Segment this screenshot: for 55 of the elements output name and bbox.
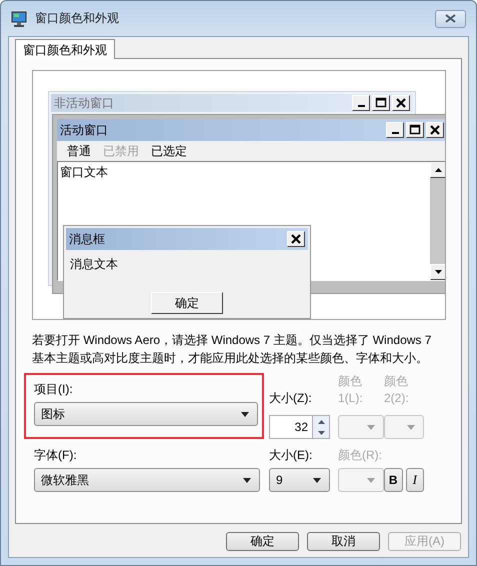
close-button[interactable] [435,10,466,28]
message-box-title: 消息框 [69,230,106,248]
color-dropdown[interactable] [338,468,384,492]
field-label: 颜色(R): [338,447,383,464]
maximize-button[interactable] [406,122,424,138]
ok-button[interactable]: 确定 [151,292,223,314]
dialog-button[interactable]: 取消 [307,532,380,551]
field-label: 大小(E): [269,447,314,464]
up-arrow-icon[interactable] [434,168,442,172]
bold-button[interactable]: B [384,468,402,492]
minimize-icon [358,105,364,107]
down-arrow-icon[interactable] [318,430,324,434]
window-title: 窗口颜色和外观 [35,10,120,27]
tab[interactable]: 窗口颜色和外观 [15,39,115,59]
item-dropdown[interactable]: 图标 [34,402,258,426]
menu-item[interactable]: 普通 [67,143,91,159]
italic-button[interactable]: I [406,468,424,492]
spinner-value: 32 [294,420,308,434]
field-label: 字体(F): [33,447,78,464]
window-title: 非活动窗口 [54,94,115,112]
caret-icon [243,478,251,482]
close-icon [445,14,456,23]
dropdown-value: 图标 [41,406,66,422]
field-label: 颜色 1(L): [338,373,364,407]
window-title: 活动窗口 [60,122,109,138]
scrollbar[interactable] [430,162,445,280]
color-dropdown[interactable] [338,415,384,439]
dropdown-value: 微软雅黑 [41,472,90,488]
close-icon [427,123,443,137]
close-icon [393,96,409,110]
caret-icon [407,424,415,430]
caret-icon [367,424,375,430]
message-text: 消息文本 [69,256,119,273]
dialog-button[interactable]: 确定 [226,532,299,551]
font-dropdown[interactable]: 微软雅黑 [34,468,260,492]
dropdown-value: 9 [276,473,284,487]
caret-icon [241,412,249,416]
up-arrow-icon[interactable] [318,420,324,424]
minimize-button[interactable] [386,122,404,138]
minimize-icon [392,132,398,134]
down-arrow-icon[interactable] [434,270,442,274]
caret-icon [313,478,321,482]
maximize-icon [407,123,423,137]
caret-icon [367,478,375,482]
maximize-icon [373,96,389,110]
monitor-icon [11,10,29,26]
menu-item[interactable]: 已选定 [151,143,187,159]
field-label: 项目(I): [34,381,74,398]
color-dropdown[interactable] [384,415,424,439]
field-label: 大小(Z): [269,390,313,407]
font-size-dropdown[interactable]: 9 [269,468,330,492]
window-text: 窗口文本 [59,164,109,181]
info-text: 若要打开 Windows Aero，请选择 Windows 7 主题。仅当选择了 Windows 7 基本主题或高对比度主题时，才能应用此处选择的某些颜色、字体和大小。 [32,332,432,367]
field-label: 颜色 2(2): [384,373,410,407]
close-icon [288,232,304,246]
